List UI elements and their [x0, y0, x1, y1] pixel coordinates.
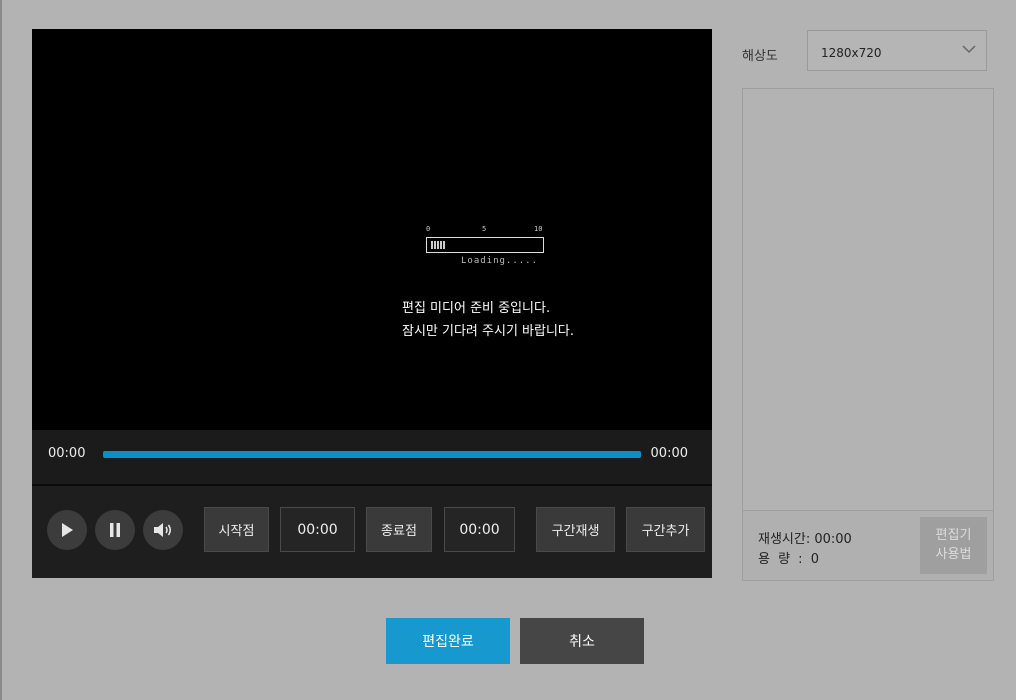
preparing-message-line: 편집 미디어 준비 중입니다.	[402, 301, 551, 316]
progress-row: 00:00 00:00	[32, 430, 712, 484]
video-editor-player: 0 5 10 Loading..... 편집 미디어 준비 중입니다. 잠시만 …	[32, 29, 712, 578]
section-play-button[interactable]: 구간재생	[536, 507, 615, 552]
section-list-panel: 재생시간: 00:00 용 량 : 0 편집기 사용법	[742, 88, 994, 581]
playback-controls: 시작점 00:00 종료점 00:00 구간재생 구간추가	[32, 486, 712, 578]
loading-scale-tick: 5	[482, 225, 487, 233]
loading-scale: 0 5 10	[426, 225, 546, 235]
section-add-button[interactable]: 구간추가	[626, 507, 705, 552]
play-icon	[62, 523, 73, 537]
window-edge	[0, 0, 2, 700]
edit-info: 재생시간: 00:00 용 량 : 0 편집기 사용법	[743, 510, 993, 580]
editor-help-button[interactable]: 편집기 사용법	[920, 517, 987, 574]
preparing-message-line: 잠시만 기다려 주시기 바랍니다.	[402, 324, 575, 339]
loading-scale-tick: 0	[426, 225, 431, 233]
volume-button[interactable]	[143, 510, 183, 550]
chevron-down-icon	[962, 45, 976, 54]
pause-button[interactable]	[95, 510, 135, 550]
total-time: 00:00	[650, 446, 688, 461]
edit-done-button[interactable]: 편집완료	[386, 618, 510, 664]
loading-text: Loading.....	[461, 256, 539, 266]
cancel-button[interactable]: 취소	[520, 618, 644, 664]
loading-scale-tick: 10	[534, 225, 543, 233]
start-point-button[interactable]: 시작점	[204, 507, 269, 552]
loading-indicator: 0 5 10 Loading.....	[426, 225, 546, 266]
pause-icon	[110, 523, 120, 537]
volume-icon	[154, 523, 172, 537]
video-display: 0 5 10 Loading..... 편집 미디어 준비 중입니다. 잠시만 …	[32, 29, 712, 430]
resolution-label: 해상도	[742, 49, 778, 64]
current-time: 00:00	[48, 446, 86, 461]
end-time-field[interactable]: 00:00	[444, 507, 515, 552]
play-button[interactable]	[47, 510, 87, 550]
resolution-selected-value: 1280x720	[821, 46, 882, 60]
preparing-message: 편집 미디어 준비 중입니다. 잠시만 기다려 주시기 바랍니다.	[402, 297, 574, 343]
progress-bar[interactable]	[103, 451, 641, 458]
play-time-info: 재생시간: 00:00	[758, 532, 852, 547]
start-time-field[interactable]: 00:00	[280, 507, 355, 552]
resolution-select[interactable]: 1280x720	[807, 30, 987, 71]
end-point-button[interactable]: 종료점	[366, 507, 432, 552]
loading-bar	[426, 237, 544, 253]
file-size-info: 용 량 : 0	[758, 552, 819, 567]
